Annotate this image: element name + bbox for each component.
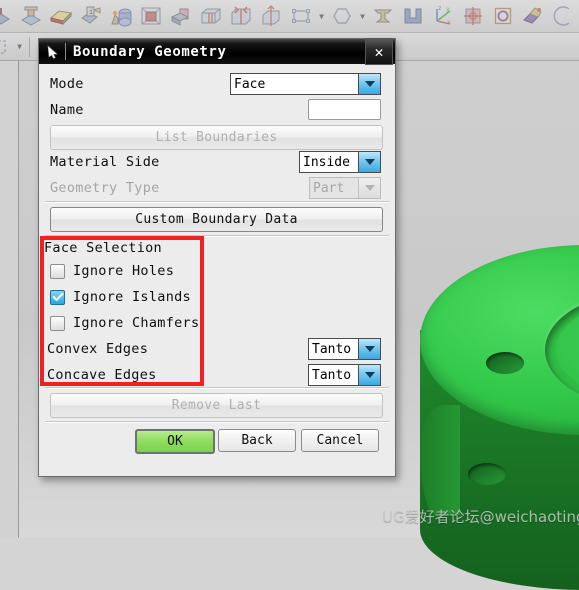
custom-boundary-data-label: Custom Boundary Data [135, 212, 298, 227]
convex-edges-label-row: Convex Edges [47, 341, 148, 357]
convex-edges-value: Tanto [309, 339, 358, 359]
divider [45, 387, 389, 389]
chevron-down-icon[interactable]: ▼ [316, 3, 327, 29]
ok-label: OK [167, 434, 183, 449]
remove-last-label: Remove Last [171, 398, 262, 413]
mode-dropdown[interactable]: Face [230, 73, 381, 95]
geometry-type-dropdown: Part [309, 177, 381, 199]
chevron-down-icon[interactable] [358, 365, 380, 385]
cube-solid-icon[interactable] [136, 2, 166, 30]
convex-edges-dropdown[interactable]: Tanto [308, 338, 381, 360]
geometry-type-label: Geometry Type [50, 180, 160, 196]
face-selection-group-label: Face Selection [44, 240, 162, 256]
blank-stock-icon[interactable] [46, 2, 76, 30]
concave-edges-value: Tanto [309, 365, 358, 385]
cursor-arrow-icon [39, 39, 65, 64]
machining-fixture-icon[interactable] [16, 2, 46, 30]
material-side-value: Inside [300, 152, 358, 172]
ignore-holes-label: Ignore Holes [73, 263, 175, 279]
close-icon[interactable]: ✕ [365, 38, 393, 65]
remove-last-button[interactable]: Remove Last [50, 393, 383, 418]
csys-axes-icon[interactable]: zyx [428, 2, 458, 30]
dialog-titlebar[interactable]: Boundary Geometry ✕ [39, 38, 395, 65]
boundary-geometry-dialog[interactable]: Boundary Geometry ✕ Mode Face Name List … [38, 38, 396, 477]
circle-in-square-icon[interactable] [488, 2, 518, 30]
ignore-islands-label: Ignore Islands [73, 289, 191, 305]
custom-boundary-data-button[interactable]: Custom Boundary Data [50, 207, 383, 232]
name-label: Name [50, 102, 84, 118]
hexagon-icon[interactable] [327, 2, 357, 30]
ignore-chamfers-checkbox[interactable] [50, 315, 65, 331]
divider [45, 235, 389, 237]
dialog-body: Mode Face Name List Boundaries Material … [40, 65, 394, 475]
list-boundaries-button[interactable]: List Boundaries [50, 125, 383, 150]
cancel-label: Cancel [316, 433, 364, 448]
titlebar-divider [65, 43, 66, 60]
mirror-block-icon[interactable] [226, 2, 256, 30]
geometry-type-value: Part [310, 178, 358, 198]
concave-edges-label: Concave Edges [47, 367, 157, 383]
svg-text:x: x [447, 19, 451, 26]
ignore-chamfers-row[interactable]: Ignore Chamfers [50, 315, 199, 331]
concave-edges-dropdown[interactable]: Tanto [308, 364, 381, 386]
bolt-hole [468, 463, 506, 485]
i-beam-icon[interactable] [368, 2, 398, 30]
datum-target-icon[interactable] [458, 2, 488, 30]
chevron-down-icon[interactable] [358, 74, 380, 94]
watermark-text: UG爱好者论坛@weichaoting [382, 508, 579, 526]
ignore-chamfers-label: Ignore Chamfers [73, 315, 200, 331]
name-label-row: Name [50, 102, 84, 118]
toolbar-separator [29, 36, 30, 57]
u-channel-icon[interactable] [398, 2, 428, 30]
part-info-icon[interactable]: i [76, 2, 106, 30]
divider [45, 201, 389, 203]
convex-edges-label: Convex Edges [47, 341, 149, 357]
svg-text:i: i [89, 8, 93, 16]
concave-edges-label-row: Concave Edges [47, 367, 157, 383]
ignore-islands-checkbox[interactable] [50, 289, 65, 305]
dashed-rectangle-icon[interactable] [0, 33, 14, 61]
svg-text:z: z [438, 5, 442, 12]
flange-left-edge [420, 405, 460, 515]
back-label: Back [241, 433, 273, 448]
workpiece-icon[interactable] [106, 2, 136, 30]
mode-label: Mode [50, 76, 84, 92]
ignore-holes-row[interactable]: Ignore Holes [50, 263, 174, 279]
svg-text:y: y [446, 6, 450, 13]
ignore-holes-checkbox[interactable] [50, 263, 65, 279]
rectangle-icon[interactable] [286, 2, 316, 30]
translate-block-icon[interactable] [256, 2, 286, 30]
ignore-islands-row[interactable]: Ignore Islands [50, 289, 191, 305]
toolbar-primary[interactable]: i ▼ ▼ zyx [0, 0, 579, 33]
viewport-left-gutter [0, 60, 19, 538]
sketch-tool-icon[interactable] [518, 2, 548, 30]
face-selection-group-label-row: Face Selection [44, 240, 162, 256]
arc-icon[interactable] [548, 2, 578, 30]
material-side-dropdown[interactable]: Inside [299, 151, 381, 173]
list-boundaries-label: List Boundaries [155, 130, 278, 145]
mode-label-row: Mode [50, 76, 84, 92]
chevron-down-icon[interactable] [358, 152, 380, 172]
material-side-label-row: Material Side [50, 154, 160, 170]
bolt-hole [486, 352, 524, 374]
cancel-button[interactable]: Cancel [301, 429, 379, 452]
material-side-label: Material Side [50, 154, 160, 170]
chevron-down-icon [358, 178, 380, 198]
geometry-type-label-row: Geometry Type [50, 180, 160, 196]
dialog-title: Boundary Geometry [73, 43, 227, 60]
plane-cut-icon[interactable] [166, 2, 196, 30]
chevron-down-icon[interactable]: ▼ [14, 34, 25, 60]
mode-dropdown-value: Face [231, 74, 358, 94]
block-slot-icon[interactable] [196, 2, 226, 30]
ok-button[interactable]: OK [135, 429, 215, 454]
chevron-down-icon[interactable]: ▼ [357, 3, 368, 29]
name-input[interactable] [308, 99, 381, 120]
divider [45, 421, 389, 423]
chevron-down-icon[interactable] [358, 339, 380, 359]
back-button[interactable]: Back [218, 429, 296, 452]
partial-shape-icon[interactable] [0, 2, 16, 30]
